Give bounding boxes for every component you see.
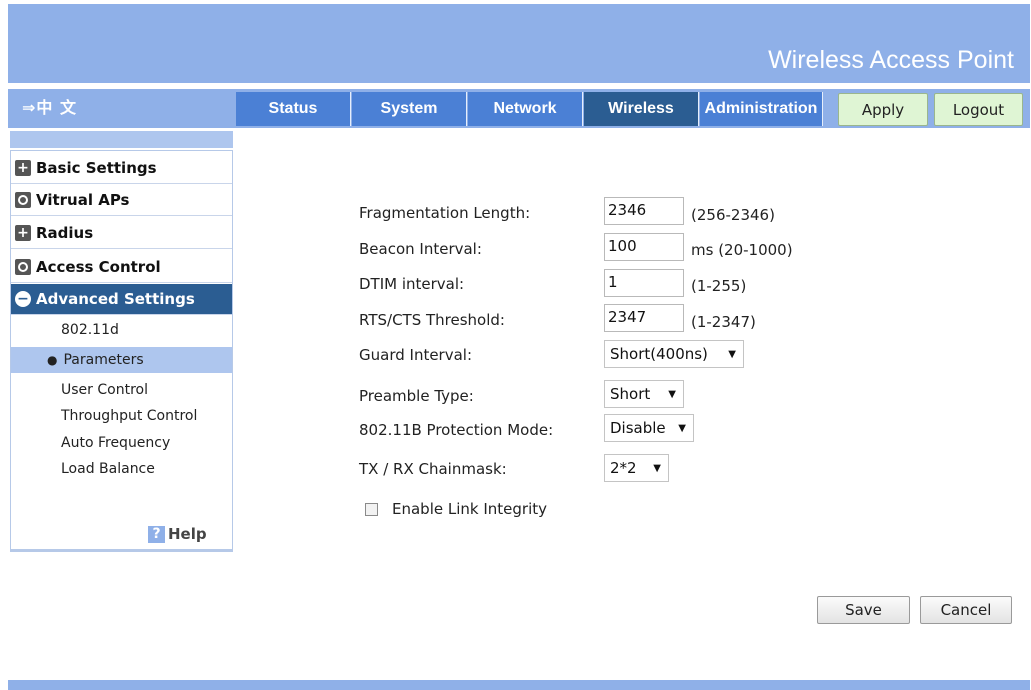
rts-cts-threshold-input[interactable]: 2347 [604,304,684,332]
help-icon: ? [148,525,165,543]
circle-icon [15,192,31,208]
sidebar-section-label: Vitrual APs [36,191,130,209]
link-integrity-row: Enable Link Integrity [365,500,547,518]
sidebar-section-access-control[interactable]: Access Control [11,252,232,283]
plus-icon: + [15,160,31,176]
link-integrity-label: Enable Link Integrity [392,500,548,518]
sidebar-item-802-11d[interactable]: 802.11d [11,317,232,343]
beacon-interval-input[interactable]: 100 [604,233,684,261]
top-navbar: ⇒中 文 Status System Network Wireless Admi… [8,89,1030,128]
language-switch-link[interactable]: ⇒中 文 [22,94,77,118]
sidebar-section-basic-settings[interactable]: + Basic Settings [11,153,232,184]
dropdown-arrow-icon: ▼ [678,422,686,434]
sidebar-section-radius[interactable]: + Radius [11,218,232,249]
dropdown-arrow-icon: ▼ [653,462,661,474]
sidebar: + Basic Settings Vitrual APs + Radius Ac… [10,150,233,552]
protection-mode-label: 802.11B Protection Mode: [359,421,554,439]
fragmentation-length-label: Fragmentation Length: [359,204,531,222]
header-banner: Wireless Access Point [8,4,1030,83]
guard-interval-value: Short(400ns) [610,345,708,363]
chainmask-value: 2*2 [610,459,637,477]
preamble-type-select[interactable]: Short ▼ [604,380,684,408]
sidebar-section-label: Advanced Settings [36,290,195,308]
fragmentation-length-range: (256-2346) [691,206,775,224]
sidebar-section-label: Basic Settings [36,159,157,177]
help-label: Help [168,525,207,543]
dropdown-arrow-icon: ▼ [668,388,676,400]
cancel-button[interactable]: Cancel [920,596,1012,624]
fragmentation-length-input[interactable]: 2346 [604,197,684,225]
sidebar-section-label: Radius [36,224,94,242]
tab-administration[interactable]: Administration [700,92,823,126]
guard-interval-label: Guard Interval: [359,346,473,364]
sidebar-item-user-control[interactable]: User Control [11,377,232,403]
logout-button[interactable]: Logout [934,93,1023,126]
protection-mode-value: Disable [610,419,666,437]
sidebar-section-virtual-aps[interactable]: Vitrual APs [11,185,232,216]
dtim-interval-input[interactable]: 1 [604,269,684,297]
sidebar-top-strip [10,131,233,148]
beacon-interval-label: Beacon Interval: [359,240,482,258]
rts-cts-threshold-range: (1-2347) [691,313,756,331]
sidebar-item-parameters[interactable]: ● Parameters [11,347,232,373]
tab-wireless[interactable]: Wireless [584,92,699,126]
app-title: Wireless Access Point [768,46,1014,74]
help-link[interactable]: ? Help [148,525,207,543]
sidebar-item-label: Parameters [63,352,144,368]
circle-icon [15,259,31,275]
preamble-type-label: Preamble Type: [359,387,474,405]
guard-interval-select[interactable]: Short(400ns) ▼ [604,340,744,368]
footer-bar [8,680,1030,690]
protection-mode-select[interactable]: Disable ▼ [604,414,694,442]
sidebar-section-label: Access Control [36,258,161,276]
beacon-interval-range: ms (20-1000) [691,241,793,259]
tab-network[interactable]: Network [468,92,583,126]
sidebar-item-load-balance[interactable]: Load Balance [11,456,232,482]
dropdown-arrow-icon: ▼ [728,348,736,360]
bullet-icon: ● [47,353,58,367]
dtim-interval-range: (1-255) [691,277,747,295]
plus-icon: + [15,225,31,241]
save-button[interactable]: Save [817,596,910,624]
sidebar-section-advanced-settings[interactable]: − Advanced Settings [11,284,232,315]
chainmask-label: TX / RX Chainmask: [359,460,507,478]
preamble-type-value: Short [610,385,651,403]
sidebar-item-throughput-control[interactable]: Throughput Control [11,403,232,429]
tab-system[interactable]: System [352,92,467,126]
rts-cts-threshold-label: RTS/CTS Threshold: [359,311,505,329]
minus-icon: − [15,291,31,307]
chainmask-select[interactable]: 2*2 ▼ [604,454,669,482]
apply-button[interactable]: Apply [838,93,928,126]
tab-status[interactable]: Status [236,92,351,126]
dtim-interval-label: DTIM interval: [359,275,465,293]
link-integrity-checkbox[interactable] [365,502,378,516]
sidebar-item-auto-frequency[interactable]: Auto Frequency [11,430,232,456]
